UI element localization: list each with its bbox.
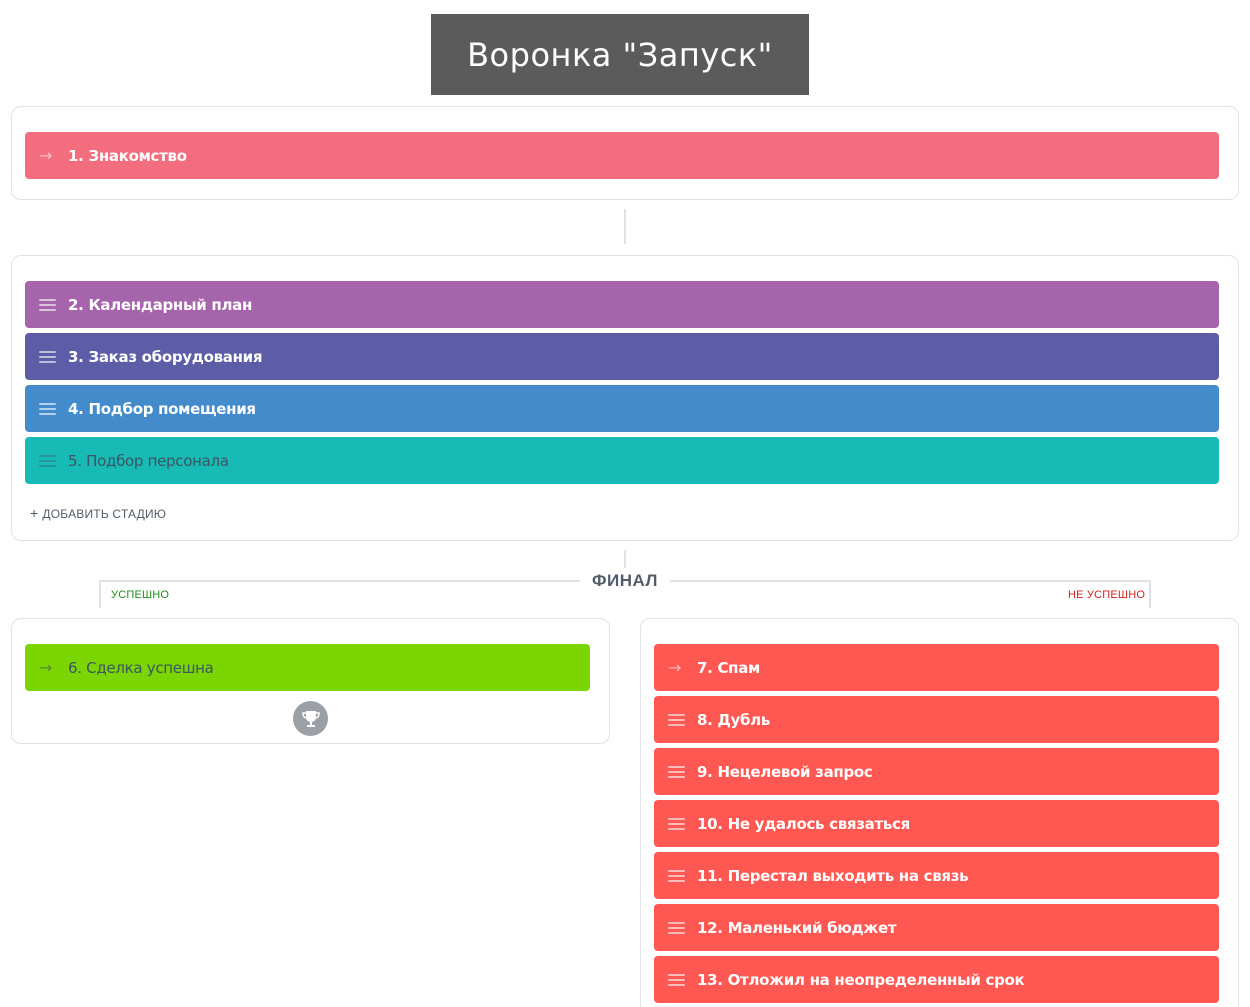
success-bracket bbox=[99, 580, 584, 608]
stage-item[interactable]: 4. Подбор помещения bbox=[25, 385, 1219, 432]
stage-fail[interactable]: → 7. Спам bbox=[654, 644, 1219, 691]
stage-success[interactable]: → 6. Сделка успешна bbox=[25, 644, 590, 691]
stage-label: 6. Сделка успешна bbox=[68, 658, 214, 677]
drag-handle-icon[interactable] bbox=[668, 765, 685, 778]
stage-item[interactable]: 5. Подбор персонала bbox=[25, 437, 1219, 484]
drag-handle-icon[interactable] bbox=[39, 402, 56, 415]
connector-line bbox=[624, 550, 626, 568]
add-stage-button[interactable]: + ДОБАВИТЬ СТАДИЮ bbox=[30, 505, 166, 521]
funnel-page: Воронка "Запуск" → 1. Знакомство 2. Кале… bbox=[0, 0, 1250, 1007]
fail-tag: НЕ УСПЕШНО bbox=[1068, 589, 1146, 601]
funnel-title: Воронка "Запуск" bbox=[431, 14, 809, 95]
trophy-icon bbox=[293, 701, 328, 736]
stage-label: 11. Перестал выходить на связь bbox=[697, 866, 969, 885]
stage-label: 10. Не удалось связаться bbox=[697, 814, 911, 833]
stage-fail[interactable]: 13. Отложил на неопределенный срок bbox=[654, 956, 1219, 1003]
drag-handle-icon[interactable] bbox=[668, 713, 685, 726]
final-label: ФИНАЛ bbox=[580, 571, 670, 591]
stage-label: 12. Маленький бюджет bbox=[697, 918, 897, 937]
stage-label: 5. Подбор персонала bbox=[68, 451, 229, 470]
stage-label: 8. Дубль bbox=[697, 710, 771, 729]
stage-item[interactable]: 3. Заказ оборудования bbox=[25, 333, 1219, 380]
stage-start[interactable]: → 1. Знакомство bbox=[25, 132, 1219, 179]
success-tag: УСПЕШНО bbox=[111, 589, 170, 601]
add-stage-label: ДОБАВИТЬ СТАДИЮ bbox=[42, 507, 167, 521]
stage-fail[interactable]: 9. Нецелевой запрос bbox=[654, 748, 1219, 795]
stage-item[interactable]: 2. Календарный план bbox=[25, 281, 1219, 328]
stage-label: 2. Календарный план bbox=[68, 295, 253, 314]
stage-label: 4. Подбор помещения bbox=[68, 399, 256, 418]
stage-fail[interactable]: 12. Маленький бюджет bbox=[654, 904, 1219, 951]
connector-line bbox=[624, 209, 626, 244]
plus-icon: + bbox=[30, 505, 39, 521]
stage-fail[interactable]: 8. Дубль bbox=[654, 696, 1219, 743]
drag-handle-icon[interactable] bbox=[39, 454, 56, 467]
arrow-right-icon: → bbox=[39, 145, 53, 165]
arrow-right-icon: → bbox=[668, 657, 682, 677]
stage-fail[interactable]: 10. Не удалось связаться bbox=[654, 800, 1219, 847]
stage-label: 13. Отложил на неопределенный срок bbox=[697, 970, 1025, 989]
stage-label: 9. Нецелевой запрос bbox=[697, 762, 873, 781]
arrow-right-icon: → bbox=[39, 657, 53, 677]
stage-label: 7. Спам bbox=[697, 658, 761, 677]
stage-label: 1. Знакомство bbox=[68, 146, 187, 165]
drag-handle-icon[interactable] bbox=[668, 973, 685, 986]
drag-handle-icon[interactable] bbox=[39, 350, 56, 363]
drag-handle-icon[interactable] bbox=[668, 869, 685, 882]
drag-handle-icon[interactable] bbox=[39, 298, 56, 311]
drag-handle-icon[interactable] bbox=[668, 921, 685, 934]
drag-handle-icon[interactable] bbox=[668, 817, 685, 830]
stage-fail[interactable]: 11. Перестал выходить на связь bbox=[654, 852, 1219, 899]
stage-label: 3. Заказ оборудования bbox=[68, 347, 263, 366]
